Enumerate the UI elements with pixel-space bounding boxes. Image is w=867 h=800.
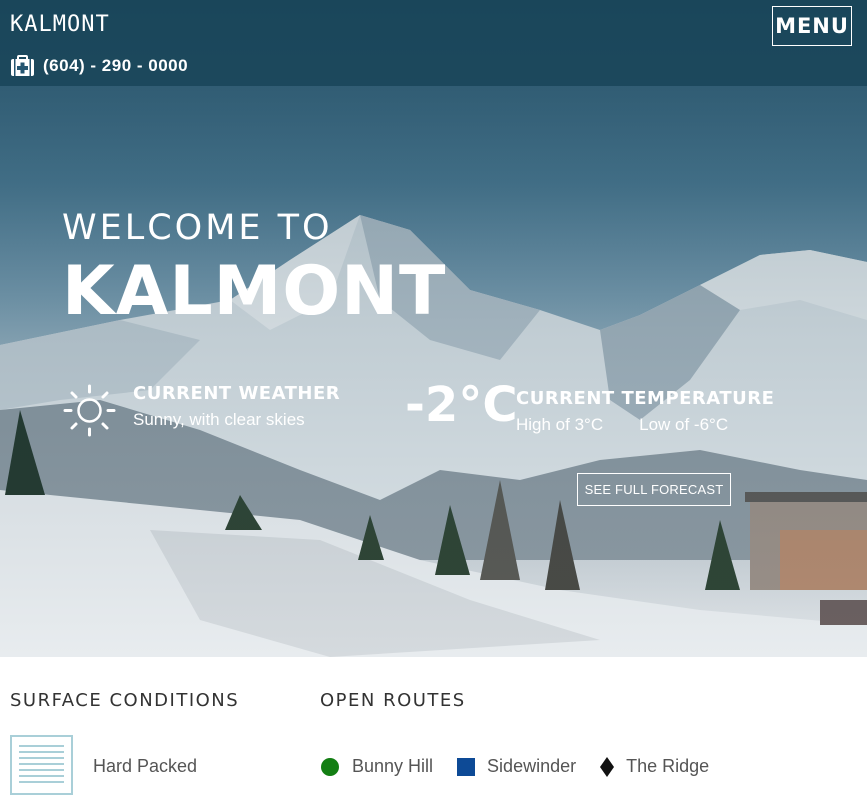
top-navigation-bar: KALMONT (604) - 290 - 0000 MENU (0, 0, 867, 86)
brand-logo-text[interactable]: KALMONT (10, 12, 110, 37)
open-routes-title: OPEN ROUTES (320, 690, 466, 711)
phone-contact[interactable]: (604) - 290 - 0000 (10, 55, 188, 77)
phone-number: (604) - 290 - 0000 (43, 56, 189, 75)
temperature-high: High of 3°C (516, 415, 604, 434)
resort-name-heading: KALMONT (62, 252, 447, 331)
route-label: Sidewinder (487, 756, 577, 776)
route-label: The Ridge (626, 756, 710, 776)
surface-conditions-title: SURFACE CONDITIONS (10, 690, 240, 711)
blue-square-icon (457, 757, 476, 776)
see-full-forecast-button[interactable]: SEE FULL FORECAST (577, 473, 731, 506)
black-diamond-icon (600, 756, 615, 777)
sun-icon (63, 384, 116, 437)
route-sidewinder[interactable]: Sidewinder (457, 756, 576, 777)
hard-packed-surface-icon (10, 735, 73, 795)
temperature-details: CURRENT TEMPERATURE High of 3°C Low of -… (516, 388, 774, 435)
surface-condition-label: Hard Packed (93, 756, 198, 776)
first-aid-kit-icon (11, 55, 34, 76)
menu-button[interactable]: MENU (772, 6, 852, 46)
weather-title: CURRENT WEATHER (133, 383, 341, 404)
route-label: Bunny Hill (352, 756, 434, 776)
welcome-heading: WELCOME TO (62, 208, 333, 248)
temperature-value: -2°C (405, 377, 518, 433)
current-weather-block: CURRENT WEATHER Sunny, with clear skies (62, 383, 340, 438)
temperature-title: CURRENT TEMPERATURE (516, 388, 775, 409)
weather-description: Sunny, with clear skies (133, 410, 305, 429)
route-the-ridge[interactable]: The Ridge (600, 756, 709, 777)
green-circle-icon (321, 757, 339, 776)
route-bunny-hill[interactable]: Bunny Hill (320, 756, 433, 777)
temperature-low: Low of -6°C (639, 415, 729, 434)
open-routes-list: Bunny Hill Sidewinder The Ridge (320, 756, 733, 777)
